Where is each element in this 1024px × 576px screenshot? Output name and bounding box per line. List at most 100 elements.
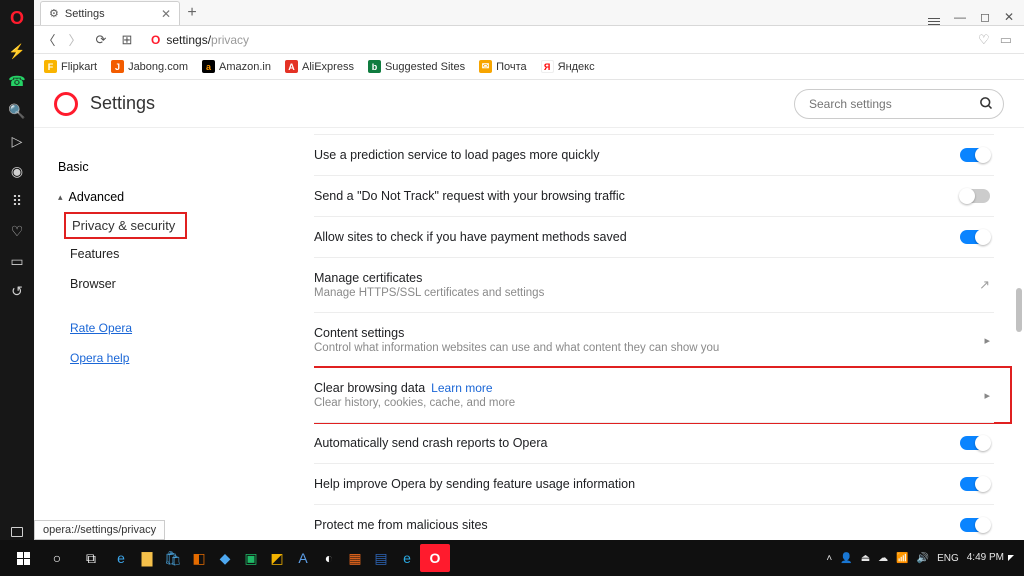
system-tray: ˄ 👤 ⏏ ☁ 📶 🔊 ENG 4:49 PM <box>826 552 1018 564</box>
tab-close-icon[interactable]: ✕ <box>161 7 171 21</box>
bookmark-aliexpress[interactable]: AAliExpress <box>285 60 354 73</box>
toggle-protect[interactable] <box>960 518 990 532</box>
taskview-icon[interactable]: ⧉ <box>74 540 108 576</box>
address-bar: 〈 〉 ⟳ ⊞ O settings/privacy ♡ ▭ <box>34 26 1024 54</box>
history-icon[interactable]: ↺ <box>9 283 25 299</box>
new-tab-button[interactable]: + <box>180 1 204 25</box>
settings-sidebar: Basic ▴Advanced Privacy & security Featu… <box>34 128 314 540</box>
store-icon[interactable]: 🛍 <box>160 540 186 576</box>
nav-rate-opera[interactable]: Rate Opera <box>52 313 314 343</box>
tray-chevron-icon[interactable]: ˄ <box>826 553 832 564</box>
wifi-icon[interactable]: 📶 <box>896 553 908 564</box>
toggle-prediction[interactable] <box>960 148 990 162</box>
nav-privacy[interactable]: Privacy & security <box>52 212 314 239</box>
scrollbar-thumb[interactable] <box>1016 288 1022 332</box>
app4-icon[interactable]: ◩ <box>264 540 290 576</box>
start-button[interactable] <box>6 540 40 576</box>
tab-bar: ⚙ Settings ✕ + — ◻ ✕ <box>34 0 1024 26</box>
nav-basic[interactable]: Basic <box>52 152 314 182</box>
app6-icon[interactable]: ▦ <box>342 540 368 576</box>
reload-button[interactable]: ⟳ <box>94 32 108 48</box>
chevron-right-icon: ▸ <box>984 389 990 402</box>
battery-icon[interactable]: ▭ <box>1000 32 1012 48</box>
bookmark-heart-icon[interactable]: ♡ <box>978 32 990 48</box>
page-header: Settings <box>34 80 1024 128</box>
volume-icon[interactable]: 🔊 <box>917 553 929 564</box>
bookmark-flipkart[interactable]: FFlipkart <box>44 60 97 73</box>
toggle-usage[interactable] <box>960 477 990 491</box>
maximize-button[interactable]: ◻ <box>980 10 990 24</box>
row-clear-browsing-data[interactable]: Clear browsing dataLearn more Clear hist… <box>314 367 994 422</box>
toggle-payment[interactable] <box>960 230 990 244</box>
play-icon[interactable]: ▷ <box>9 133 25 149</box>
app1-icon[interactable]: ◧ <box>186 540 212 576</box>
tab-title: Settings <box>65 8 105 20</box>
usb-icon[interactable]: ⏏ <box>861 553 870 564</box>
nav-features[interactable]: Features <box>52 239 314 269</box>
whatsapp-icon[interactable]: ☎ <box>9 73 25 89</box>
toggle-crash[interactable] <box>960 436 990 450</box>
external-link-icon: ↗ <box>979 277 990 293</box>
ie-icon[interactable]: e <box>394 540 420 576</box>
learn-more-link[interactable]: Learn more <box>431 381 492 395</box>
row-prediction[interactable]: Use a prediction service to load pages m… <box>314 134 994 175</box>
opera-taskbar-icon[interactable]: O <box>420 544 450 572</box>
nav-opera-help[interactable]: Opera help <box>52 343 314 373</box>
page-title: Settings <box>90 93 155 114</box>
tray-lang[interactable]: ENG <box>937 553 959 564</box>
edge-icon[interactable]: e <box>108 540 134 576</box>
bookmark-suggested[interactable]: bSuggested Sites <box>368 60 465 73</box>
chevron-up-icon: ▴ <box>58 192 63 203</box>
row-crash-reports[interactable]: Automatically send crash reports to Oper… <box>314 422 994 463</box>
bookmark-amazon[interactable]: aAmazon.in <box>202 60 271 73</box>
app3-icon[interactable]: ▣ <box>238 540 264 576</box>
nav-browser[interactable]: Browser <box>52 269 314 299</box>
status-bar-url: opera://settings/privacy <box>34 520 165 540</box>
forward-button[interactable]: 〉 <box>68 30 82 49</box>
window-controls: — ◻ ✕ <box>928 8 1024 25</box>
browser-chrome: ⚙ Settings ✕ + — ◻ ✕ 〈 〉 ⟳ ⊞ O settings/… <box>34 0 1024 80</box>
bookmark-bar: FFlipkart JJabong.com aAmazon.in AAliExp… <box>34 54 1024 80</box>
tray-clock[interactable]: 4:49 PM <box>967 552 1004 564</box>
row-usage-stats[interactable]: Help improve Opera by sending feature us… <box>314 463 994 504</box>
bookmark-jabong[interactable]: JJabong.com <box>111 60 188 73</box>
nav-advanced[interactable]: ▴Advanced <box>52 182 314 212</box>
address-input[interactable]: O settings/privacy <box>146 29 966 51</box>
toggle-dnt[interactable] <box>960 189 990 203</box>
minimize-button[interactable]: — <box>954 10 966 24</box>
close-window-button[interactable]: ✕ <box>1004 10 1014 24</box>
heart-icon[interactable]: ♡ <box>9 223 25 239</box>
tab-settings[interactable]: ⚙ Settings ✕ <box>40 1 180 25</box>
row-certificates[interactable]: Manage certificates Manage HTTPS/SSL cer… <box>314 257 994 312</box>
app5-icon[interactable]: A <box>290 540 316 576</box>
row-payment[interactable]: Allow sites to check if you have payment… <box>314 216 994 257</box>
app2-icon[interactable]: ◆ <box>212 540 238 576</box>
search-settings <box>794 89 1004 119</box>
chevron-right-icon: ▸ <box>984 334 990 347</box>
apps-icon[interactable]: ⊞ <box>120 32 134 48</box>
sidebar-collapse-icon[interactable] <box>9 524 25 540</box>
camera-icon[interactable]: ◉ <box>9 163 25 179</box>
messenger-icon[interactable]: ⚡ <box>9 43 25 59</box>
settings-page: Settings Basic ▴Advanced Privacy & secur… <box>34 80 1024 540</box>
search-input[interactable] <box>794 89 1004 119</box>
bookmark-pochta[interactable]: ✉Почта <box>479 60 527 73</box>
explorer-icon[interactable]: ▇ <box>134 540 160 576</box>
opera-url-icon: O <box>151 33 160 47</box>
opera-logo-icon <box>54 92 78 116</box>
row-content-settings[interactable]: Content settings Control what informatio… <box>314 312 994 367</box>
bookmark-yandex[interactable]: ЯЯндекс <box>541 60 595 73</box>
people-icon[interactable]: 👤 <box>840 553 852 564</box>
row-protect[interactable]: Protect me from malicious sites <box>314 504 994 540</box>
opera-sidebar: O ⚡ ☎ 🔍 ▷ ◉ ⠿ ♡ ▭ ↺ <box>0 0 34 540</box>
app7-icon[interactable]: ▤ <box>368 540 394 576</box>
cortana-icon[interactable]: ○ <box>40 540 74 576</box>
back-button[interactable]: 〈 <box>42 30 56 49</box>
chrome-icon[interactable]: ◐ <box>316 540 342 576</box>
search-icon[interactable]: 🔍 <box>9 103 25 119</box>
speeddial-icon[interactable]: ⠿ <box>9 193 25 209</box>
news-icon[interactable]: ▭ <box>9 253 25 269</box>
onedrive-icon[interactable]: ☁ <box>878 553 888 564</box>
row-dnt[interactable]: Send a "Do Not Track" request with your … <box>314 175 994 216</box>
menu-icon[interactable] <box>928 8 940 25</box>
